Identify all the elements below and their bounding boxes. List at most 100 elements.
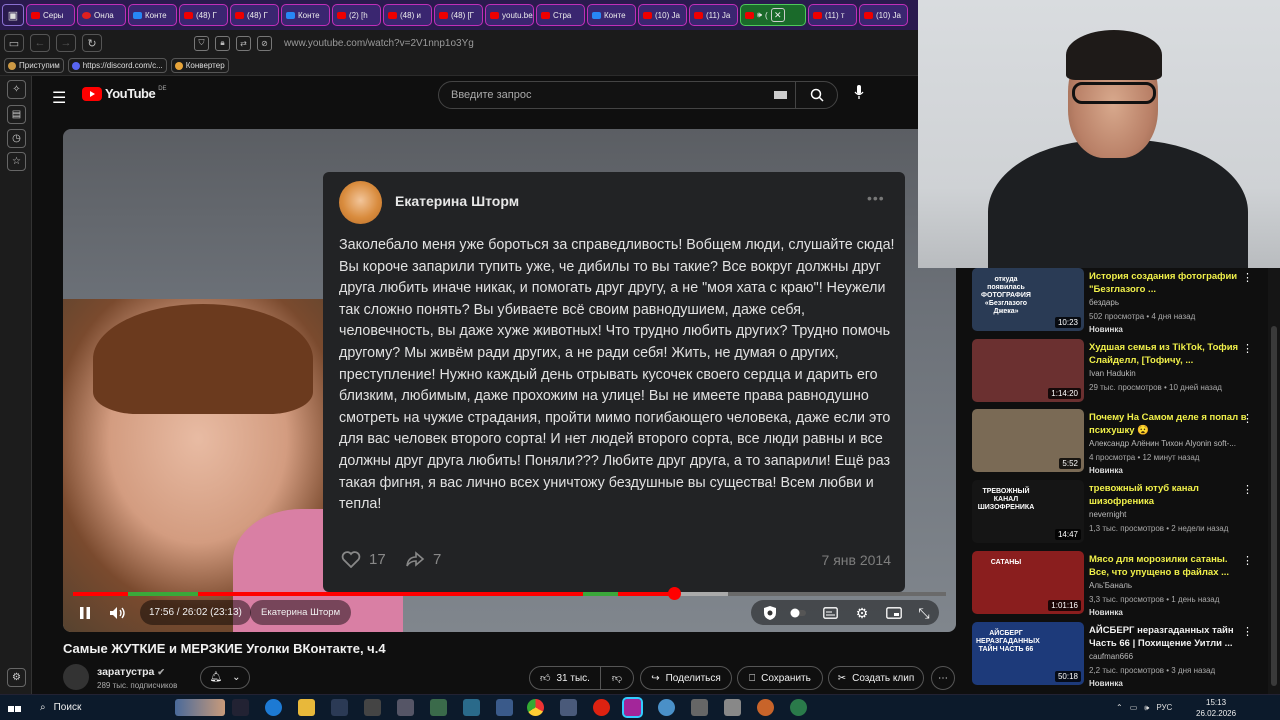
more-options-icon[interactable]: ⋮ [1242,342,1253,355]
search-button[interactable] [795,81,837,109]
store-icon[interactable] [331,699,348,716]
subtitles-icon[interactable] [821,604,839,622]
recommendation-channel[interactable]: бездарь [1089,298,1119,307]
save-button[interactable]: ⎕ Сохранить [737,666,823,690]
recommendation-channel[interactable]: caufman666 [1089,652,1133,661]
site-settings-icon[interactable]: ⇄ [236,35,251,51]
chapter-button[interactable]: Екатерина Шторм [250,600,352,625]
windows-start-icon[interactable] [8,700,23,715]
browser-tab[interactable]: (48) и [383,4,432,26]
browser-tab[interactable]: Онла [77,4,126,26]
more-options-icon[interactable]: ⋮ [1242,412,1253,425]
browser-tab[interactable]: (48) Г [179,4,228,26]
taskbar-search[interactable]: ⌕ Поиск [30,695,170,720]
browser-tab[interactable]: Серы [26,4,75,26]
camera-off-icon[interactable]: ⊘ [257,35,272,51]
opera-icon[interactable] [593,699,610,716]
more-options-icon[interactable]: ⋮ [1242,483,1253,496]
recommendation-item[interactable]: откуда появилась ФОТОГРАФИЯ «Безглазого … [972,268,1268,334]
lock-icon[interactable]: 🔒︎ [215,35,230,51]
channel-avatar[interactable] [63,664,89,690]
browser-tab[interactable]: Конте [281,4,330,26]
video-thumbnail[interactable]: ТРЕВОЖНЫЙ КАНАЛ ШИЗОФРЕНИКА 14:47 [972,480,1084,543]
browser-tab[interactable]: (11) Ja [689,4,738,26]
workspaces-icon[interactable]: ▣ [2,4,24,26]
scrollbar-thumb[interactable] [1271,326,1277,686]
pause-button[interactable] [75,603,95,623]
telegram-icon[interactable] [658,699,675,716]
recommendation-title[interactable]: Мясо для морозилки сатаны. Все, что упущ… [1089,553,1249,579]
settings-icon[interactable]: ⚙ [7,668,26,687]
recommendation-item[interactable]: ТРЕВОЖНЫЙ КАНАЛ ШИЗОФРЕНИКА 14:47 тревожны… [972,480,1268,544]
shield-icon[interactable]: ⛉ [194,35,209,51]
app-icon[interactable] [463,699,480,716]
history-icon[interactable]: ◷ [7,129,26,148]
autoplay-toggle[interactable] [789,604,807,622]
video-player[interactable]: Екатерина Шторм ••• Заколебало меня уже … [63,129,956,632]
more-options-icon[interactable]: ⋮ [1242,625,1253,638]
bookmark-item[interactable]: https://discord.com/c... [67,58,167,73]
recommendation-title[interactable]: История создания фотографии "Безглазого … [1089,270,1249,296]
search-input[interactable] [439,89,774,101]
task-view-icon[interactable] [232,699,249,716]
autoplay-shield-icon[interactable] [761,604,779,622]
sidebar-toggle-icon[interactable]: ▭ [4,34,24,52]
recommendation-title[interactable]: тревожный ютуб канал шизофреника [1089,482,1249,508]
dislike-button[interactable]: 👎︎ [600,666,634,690]
browser-tab[interactable]: (11) т [808,4,857,26]
clock[interactable]: 15:13 26.02.2026 [1196,697,1236,719]
recommendation-item[interactable]: АЙСБЕРГ НЕРАЗГАДАННЫХ ТАЙН ЧАСТЬ 66 50:18… [972,622,1268,688]
video-thumbnail[interactable]: 1:14:20 [972,339,1084,402]
clipboard-icon[interactable]: ▤ [7,105,26,124]
recommendation-channel[interactable]: Ivan Hadukin [1089,369,1136,378]
app-icon[interactable] [724,699,741,716]
settings-app-icon[interactable] [364,699,381,716]
app-icon[interactable] [397,699,414,716]
notification-bell-button[interactable]: 🔔︎ ⌄ [200,666,250,689]
favorites-icon[interactable]: ☆ [7,152,26,171]
clip-button[interactable]: ✂ Создать клип [828,666,924,690]
miniplayer-icon[interactable] [885,604,903,622]
forward-button[interactable]: → [56,34,76,52]
bookmark-item[interactable]: Приступим [4,58,64,73]
app-icon[interactable] [430,699,447,716]
share-button[interactable]: ↪ Поделиться [640,666,732,690]
video-thumbnail[interactable]: САТАНЫ 1:01:16 [972,551,1084,614]
file-explorer-icon[interactable] [298,699,315,716]
like-button[interactable]: 👍︎ 31 тыс. [529,666,601,690]
browser-tab[interactable]: (48) Г [230,4,279,26]
recommendation-item[interactable]: САТАНЫ 1:01:16 Мясо для морозилки сатаны. … [972,551,1268,617]
video-thumbnail[interactable]: откуда появилась ФОТОГРАФИЯ «Безглазого … [972,268,1084,331]
bookmark-item[interactable]: Конвертер [170,58,229,73]
input-language[interactable]: РУС [1156,703,1172,712]
app-icon[interactable] [691,699,708,716]
recommendation-title[interactable]: АЙСБЕРГ неразгаданных тайн Часть 66 | По… [1089,624,1249,650]
recommendation-channel[interactable]: nevernight [1089,510,1126,519]
youtube-logo[interactable]: YouTube DE [82,86,167,101]
more-actions-button[interactable]: ⋯ [931,666,955,690]
scrollbar[interactable] [1268,268,1280,694]
sparkle-icon[interactable]: ✧ [7,80,26,99]
video-thumbnail[interactable]: 5:52 [972,409,1084,472]
browser-tab[interactable]: (2) [h [332,4,381,26]
fullscreen-icon[interactable]: ⤡ [915,604,933,622]
volume-button[interactable] [107,603,129,623]
tray-chevron-icon[interactable]: ⌃ [1116,703,1123,712]
channel-name[interactable]: заратустра ✔ [97,666,165,678]
network-icon[interactable]: ▭ [1130,703,1138,712]
keyboard-icon[interactable] [774,91,787,99]
taskbar-widget-thumbnail[interactable] [175,699,225,716]
browser-tab[interactable]: (10) Ja [859,4,908,26]
app-icon[interactable] [496,699,513,716]
recommendation-channel[interactable]: Александр Алёнин Тихон Alyonin soft-... [1089,439,1236,448]
browser-tab[interactable]: (10) Ja [638,4,687,26]
settings-gear-icon[interactable]: ⚙ [853,604,871,622]
app-icon[interactable] [560,699,577,716]
recommendation-title[interactable]: Почему На Самом деле я попал в психушку … [1089,411,1249,437]
app-icon[interactable] [757,699,774,716]
reload-button[interactable]: ↻ [82,34,102,52]
recommendation-title[interactable]: Худшая семья из TikTok, Тофия Слайделл, … [1089,341,1249,367]
recommendation-item[interactable]: 1:14:20 Худшая семья из TikTok, Тофия Сла… [972,339,1268,403]
hamburger-menu-icon[interactable]: ☰ [52,88,66,108]
progress-bar[interactable] [73,587,946,600]
